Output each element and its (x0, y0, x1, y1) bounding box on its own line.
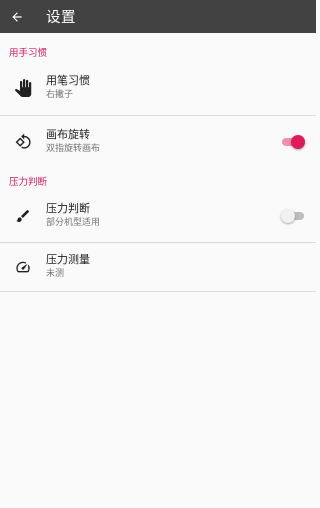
section-header-pressure: 压力判断 (9, 177, 48, 188)
setting-item-pressure-measure[interactable]: 压力测量 未测 (0, 243, 316, 291)
setting-summary: 双指旋转画布 (46, 143, 101, 154)
setting-item-canvas-rotate[interactable]: 画布旋转 双指旋转画布 (0, 116, 316, 167)
app-bar: 设置 (0, 0, 316, 33)
divider (0, 291, 316, 292)
back-button[interactable] (0, 0, 34, 33)
arrow-back-icon (12, 11, 22, 22)
rotate-icon (15, 133, 31, 149)
setting-summary: 未测 (46, 269, 65, 279)
setting-item-pressure-detect[interactable]: 压力判断 部分机型适用 (0, 190, 316, 242)
setting-title: 压力测量 (46, 253, 90, 266)
setting-title: 压力判断 (46, 202, 90, 215)
setting-title: 画布旋转 (46, 127, 90, 141)
speedometer-icon (16, 261, 30, 273)
setting-title: 用笔习惯 (46, 74, 90, 87)
section-header-hand-habit: 用手习惯 (9, 48, 48, 59)
pressure-detect-toggle[interactable] (281, 209, 305, 223)
setting-summary: 部分机型适用 (46, 218, 101, 228)
canvas-rotate-toggle[interactable] (281, 134, 305, 149)
setting-item-pen-habit[interactable]: 用笔习惯 右撇子 (0, 61, 316, 115)
setting-summary: 右撇子 (46, 90, 74, 100)
hand-icon (14, 79, 32, 97)
page-title: 设置 (46, 10, 76, 26)
brush-icon (16, 209, 30, 222)
